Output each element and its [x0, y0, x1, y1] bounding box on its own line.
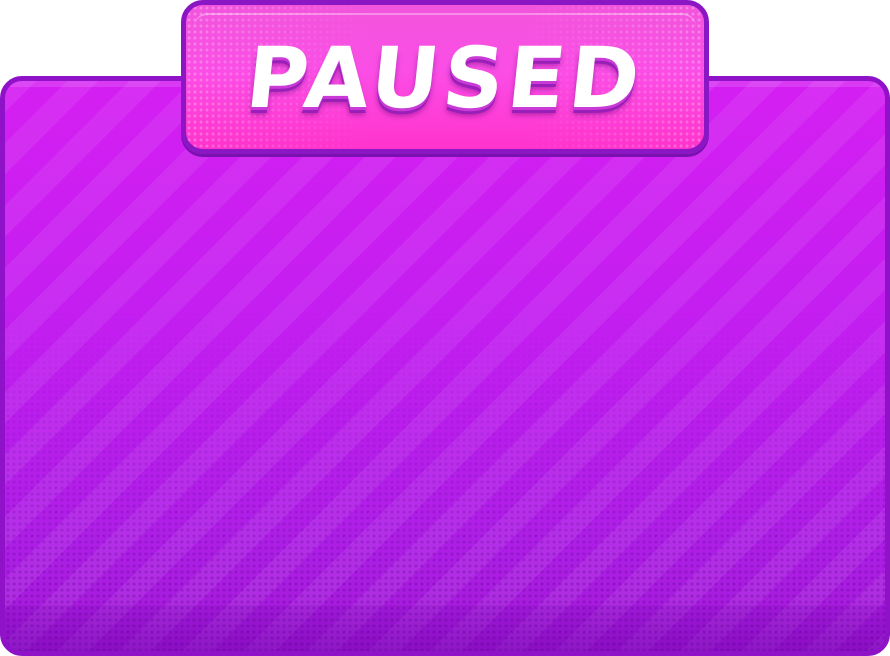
- pause-panel: [0, 76, 890, 656]
- paused-title: PAUSED: [241, 29, 649, 127]
- title-banner: PAUSED: [181, 0, 709, 154]
- panel-bottom-band: [5, 605, 885, 651]
- panel-dot-pattern: [5, 311, 885, 651]
